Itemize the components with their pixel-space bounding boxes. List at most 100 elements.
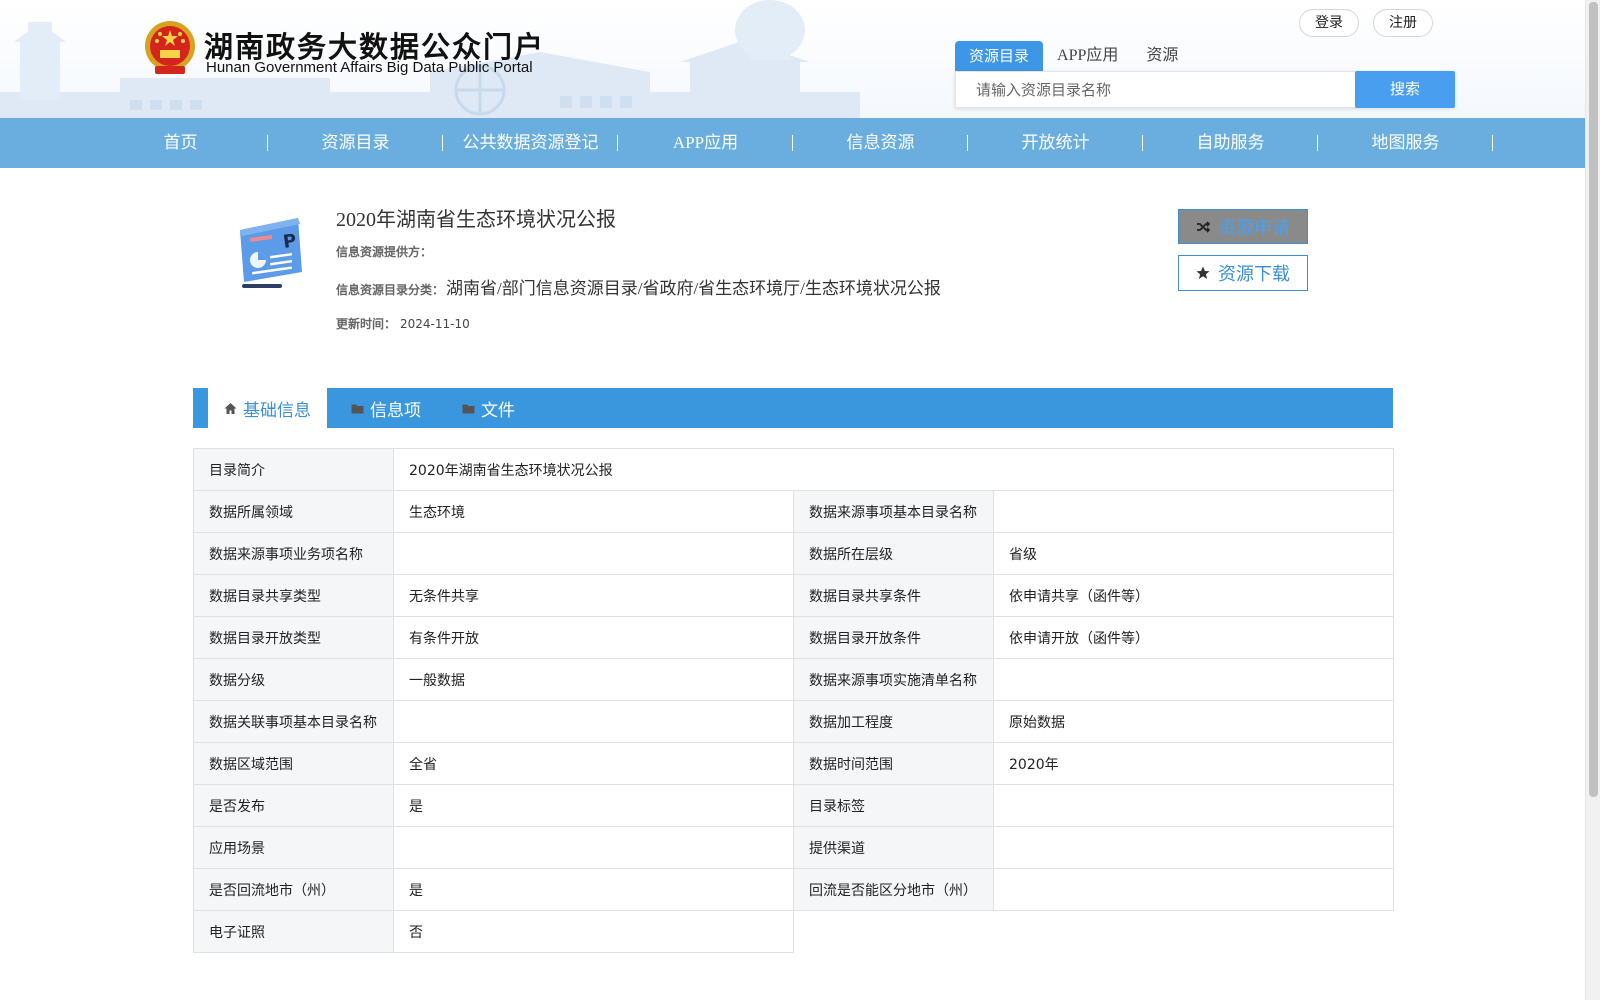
field-value: 否 xyxy=(393,910,794,953)
table-row: 数据所属领域 生态环境 数据来源事项基本目录名称 xyxy=(193,490,1395,533)
search-button[interactable]: 搜索 xyxy=(1355,71,1455,108)
field-label: 数据来源事项基本目录名称 xyxy=(793,490,994,533)
field-label: 数据目录开放条件 xyxy=(793,616,994,659)
basic-info-table: 目录简介 2020年湖南省生态环境状况公报 数据所属领域 生态环境 数据来源事项基本… xyxy=(193,448,1395,953)
field-value: 无条件共享 xyxy=(393,574,794,617)
provider-label: 信息资源提供方： xyxy=(336,245,433,259)
shuffle-icon xyxy=(1197,220,1210,233)
field-label: 数据时间范围 xyxy=(793,742,994,785)
field-label: 数据关联事项基本目录名称 xyxy=(193,700,394,743)
nav-item-self-service[interactable]: 自助服务 xyxy=(1143,118,1318,168)
field-label: 数据分级 xyxy=(193,658,394,701)
resource-download-button[interactable]: 资源下载 xyxy=(1178,255,1308,291)
table-row: 应用场景 提供渠道 xyxy=(193,826,1395,869)
field-value xyxy=(992,868,1395,911)
tab-info-items[interactable]: 信息项 xyxy=(335,388,437,428)
nav-item-home[interactable]: 首页 xyxy=(93,118,268,168)
field-label: 回流是否能区分地市（州） xyxy=(793,868,994,911)
resource-provider: 信息资源提供方： xyxy=(336,241,432,260)
nav-item-public-data-registration[interactable]: 公共数据资源登记 xyxy=(443,118,618,168)
site-header: 湖南政务大数据公众门户 Hunan Government Affairs Big… xyxy=(0,0,1585,118)
category-label: 信息资源目录分类： xyxy=(336,283,445,297)
field-label: 数据所属领域 xyxy=(193,490,394,533)
field-value: 2020年 xyxy=(992,742,1395,785)
apply-label: 资源申请 xyxy=(1218,217,1290,238)
updated-label: 更新时间： xyxy=(336,317,397,331)
detail-tab-bar: 基础信息 信息项 文件 xyxy=(193,388,1393,429)
nav-item-catalog[interactable]: 资源目录 xyxy=(268,118,443,168)
search-tab-app[interactable]: APP应用 xyxy=(1043,41,1132,71)
search-box: 搜索 xyxy=(955,71,1455,108)
resource-apply-button[interactable]: 资源申请 xyxy=(1178,209,1308,244)
resource-updated: 更新时间： 2024-11-10 xyxy=(336,315,470,332)
search-type-tabs: 资源目录 APP应用 资源 xyxy=(955,41,1192,71)
field-label: 提供渠道 xyxy=(793,826,994,869)
tab-info-items-label: 信息项 xyxy=(370,400,421,421)
table-row: 数据目录共享类型 无条件共享 数据目录共享条件 依申请共享（函件等） xyxy=(193,574,1395,617)
table-row: 数据关联事项基本目录名称 数据加工程度 原始数据 xyxy=(193,700,1395,743)
tab-files[interactable]: 文件 xyxy=(446,388,531,428)
field-label: 数据来源事项业务项名称 xyxy=(193,532,394,575)
field-label: 是否发布 xyxy=(193,784,394,827)
table-row: 数据来源事项业务项名称 数据所在层级 省级 xyxy=(193,532,1395,575)
field-value xyxy=(393,826,794,869)
empty-cell xyxy=(793,910,1394,953)
field-value xyxy=(992,784,1395,827)
field-value: 原始数据 xyxy=(992,700,1395,743)
field-value xyxy=(393,700,794,743)
folder-icon xyxy=(351,404,364,413)
table-row: 数据分级 一般数据 数据来源事项实施清单名称 xyxy=(193,658,1395,701)
search-tab-catalog[interactable]: 资源目录 xyxy=(955,41,1044,71)
field-value: 2020年湖南省生态环境状况公报 xyxy=(392,448,1395,491)
nav-item-map-service[interactable]: 地图服务 xyxy=(1318,118,1493,168)
field-value: 是 xyxy=(393,784,794,827)
field-label: 电子证照 xyxy=(193,910,394,953)
field-value xyxy=(393,532,794,575)
table-row: 是否发布是目录标签 xyxy=(193,784,1395,827)
scrollbar-thumb[interactable] xyxy=(1589,2,1598,797)
field-label: 是否回流地市（州） xyxy=(193,868,394,911)
field-value: 依申请共享（函件等） xyxy=(992,574,1395,617)
field-label: 数据加工程度 xyxy=(793,700,994,743)
updated-value: 2024-11-10 xyxy=(400,317,470,331)
field-label: 数据目录共享类型 xyxy=(193,574,394,617)
field-label: 数据目录开放类型 xyxy=(193,616,394,659)
field-label: 应用场景 xyxy=(193,826,394,869)
field-value: 生态环境 xyxy=(393,490,794,533)
field-value: 依申请开放（函件等） xyxy=(992,616,1395,659)
field-label: 目录简介 xyxy=(193,448,394,491)
vertical-scrollbar[interactable] xyxy=(1585,0,1600,1000)
field-value: 全省 xyxy=(393,742,794,785)
download-label: 资源下载 xyxy=(1218,264,1290,284)
tab-files-label: 文件 xyxy=(481,400,515,421)
home-icon xyxy=(224,403,237,414)
national-emblem-logo xyxy=(145,21,195,74)
field-value xyxy=(992,826,1395,869)
nav-item-open-statistics[interactable]: 开放统计 xyxy=(968,118,1143,168)
field-label: 数据所在层级 xyxy=(793,532,994,575)
category-value: 湖南省/部门信息资源目录/省政府/省生态环境厅/生态环境状况公报 xyxy=(446,279,941,298)
tab-basic-info[interactable]: 基础信息 xyxy=(208,388,327,429)
nav-item-info-resources[interactable]: 信息资源 xyxy=(793,118,968,168)
field-value xyxy=(992,658,1395,701)
star-icon xyxy=(1196,266,1210,279)
main-nav: 首页 资源目录 公共数据资源登记 APP应用 信息资源 开放统计 自助服务 地图… xyxy=(0,118,1585,168)
table-row: 电子证照否 xyxy=(193,910,1394,953)
resource-title: 2020年湖南省生态环境状况公报 xyxy=(336,209,616,231)
presentation-file-icon: P xyxy=(240,218,302,288)
table-row: 数据区域范围 全省 数据时间范围 2020年 xyxy=(193,742,1395,785)
tab-basic-info-label: 基础信息 xyxy=(243,401,311,421)
search-tab-resource[interactable]: 资源 xyxy=(1132,41,1192,71)
folder-icon xyxy=(462,404,475,413)
table-row: 数据目录开放类型 有条件开放 数据目录开放条件 依申请开放（函件等） xyxy=(193,616,1395,659)
register-button[interactable]: 注册 xyxy=(1373,9,1433,37)
table-row: 目录简介 2020年湖南省生态环境状况公报 xyxy=(193,448,1395,491)
field-value: 一般数据 xyxy=(393,658,794,701)
field-label: 数据区域范围 xyxy=(193,742,394,785)
nav-item-app[interactable]: APP应用 xyxy=(618,118,793,168)
field-label: 数据来源事项实施清单名称 xyxy=(793,658,994,701)
field-value xyxy=(992,490,1395,533)
search-input[interactable] xyxy=(956,72,1356,107)
resource-category: 信息资源目录分类： 湖南省/部门信息资源目录/省政府/省生态环境厅/生态环境状况… xyxy=(336,274,941,299)
login-button[interactable]: 登录 xyxy=(1299,9,1359,37)
